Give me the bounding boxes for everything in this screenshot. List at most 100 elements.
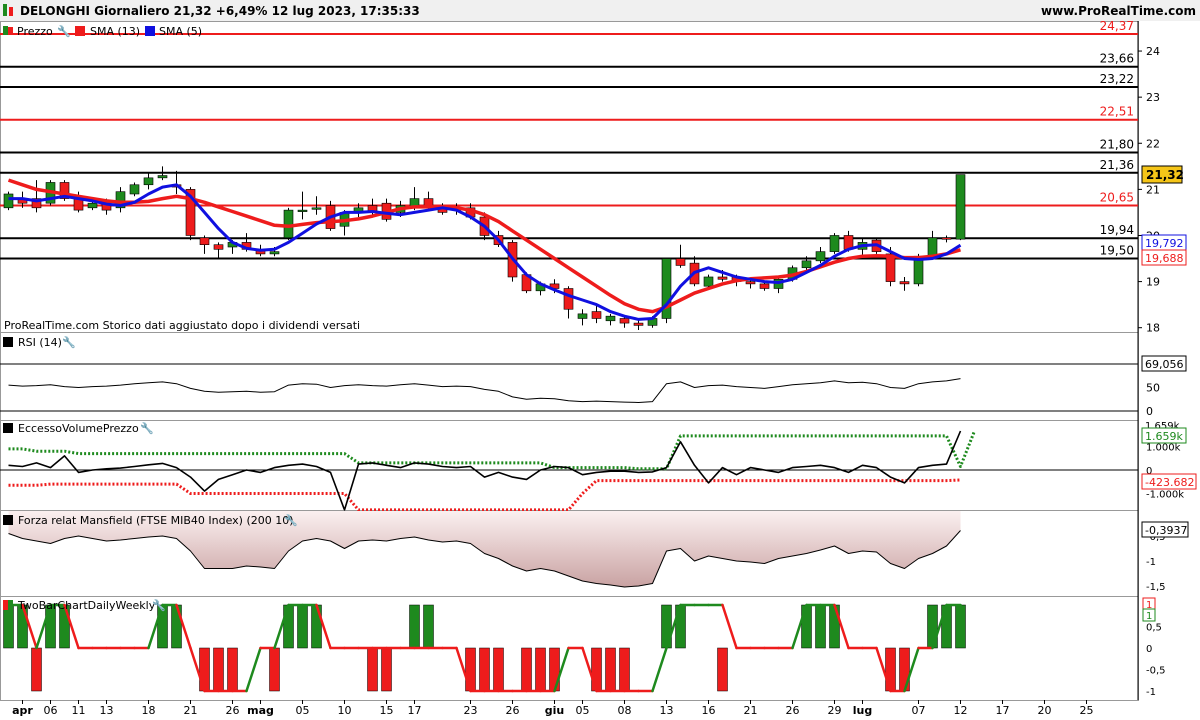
evp-swatch [3,423,13,433]
twobar-bar [605,647,616,692]
evp-tick-label: -1.000k [1146,490,1184,501]
candle-icon [8,27,13,35]
x-tick-label: 21 [184,704,198,717]
panel-frame-0 [0,21,1139,333]
twobar-bar [885,647,896,692]
mansfield-legend: Forza relat Mansfield (FTSE MIB40 Index)… [3,513,298,527]
twobar-bar [465,647,476,692]
twobar-bar [171,604,182,649]
x-tick-label: 12 [954,704,968,717]
twobar-bar [829,604,840,649]
candle-body [283,209,294,239]
twobar-bar [31,647,42,692]
legend-twobar: TwoBarChartDailyWeekly [17,599,156,612]
candle-body [297,209,308,212]
candle-body [577,313,588,319]
price-tick-label: 24 [1146,45,1160,58]
level-label: 21,80 [1100,137,1134,151]
twobar-bar [717,647,728,692]
x-tick-label: 17 [408,704,422,717]
rsi-value-box-group: 69,056 [1141,355,1187,372]
candle-body [815,251,826,262]
candle-body [801,260,812,269]
candle-body [941,237,952,240]
candle-body [269,251,280,255]
candle-body [745,281,756,285]
wrench-icon[interactable]: 🔧 [62,335,76,349]
legend-sma13: SMA (13) [90,25,140,38]
legend-price: Prezzo [17,25,53,38]
candle-icon [9,7,13,16]
twobar-bar [661,604,672,649]
candle-body [899,281,910,285]
twobar-bar [927,604,938,649]
evp-value-box-group: 1.659k 1.659k -423.682 [1141,421,1197,490]
x-tick-label: 21 [744,704,758,717]
twobar-bar [367,647,378,692]
sma5-value: 19,792 [1145,237,1184,250]
x-tick-label: 17 [996,704,1010,717]
twobar-swatch-red [3,600,8,610]
candle-icon [3,4,7,16]
chart-title: DELONGHI Giornaliero 21,32 +6,49% 12 lug… [20,4,420,18]
evp-green-value: 1.659k [1145,430,1183,443]
mansfield-tick-label: -1 [1146,557,1156,568]
twobar-value-b: 1 [1146,611,1152,622]
x-tick-label: 11 [72,704,86,717]
x-tick-label: mag [247,704,274,717]
candle-body [3,193,14,209]
rsi-tick-label: 0 [1146,405,1153,418]
candle-body [213,244,224,250]
candle-body [619,318,630,324]
price-tick-label: 19 [1146,276,1160,289]
rsi-swatch [3,337,13,347]
x-tick-label: 26 [786,704,800,717]
x-tick-label: 05 [576,704,590,717]
price-tick-label: 21 [1146,183,1160,196]
candle-body [129,184,140,195]
candle-body [829,235,840,252]
x-tick-label: 13 [660,704,674,717]
wrench-icon[interactable]: 🔧 [57,24,71,38]
legend-evp: EccessoVolumePrezzo [18,422,139,435]
sma13-line [7,178,961,314]
candle-body [311,207,322,210]
wrench-icon[interactable]: 🔧 [152,598,166,612]
twobar-bar [955,604,966,649]
twobar-bar [3,604,14,649]
candle-body [87,202,98,209]
x-tick-label: lug [853,704,872,717]
price-tick-label: 18 [1146,322,1160,335]
wrench-icon[interactable]: 🔧 [140,421,154,435]
level-label: 19,50 [1100,244,1134,258]
twobar-swatch-green [8,600,13,610]
price-tick-label: 23 [1146,91,1160,104]
twobar-tick-label: 0,5 [1146,623,1162,634]
rsi-tick-label: 50 [1146,382,1160,395]
mansfield-value-box-group: -0,3937 [1141,521,1189,538]
site-label[interactable]: www.ProRealTime.com [1041,4,1196,18]
wrench-icon[interactable]: 🔧 [284,513,298,527]
candle-body [927,237,938,257]
twobar-bar [311,604,322,649]
sma13-swatch [75,26,85,36]
twobar-value-box-group: 1 1 [1142,597,1156,622]
sma13-value: 19,688 [1145,252,1184,265]
last-price-label: 21,32 [1146,168,1184,182]
legend-mansfield: Forza relat Mansfield (FTSE MIB40 Index)… [18,514,294,527]
chart-canvas: DELONGHI Giornaliero 21,32 +6,49% 12 lug… [0,0,1200,717]
x-tick-label: 13 [100,704,114,717]
level-label: 22,51 [1100,105,1134,119]
twobar-bar [941,604,952,649]
evp-red-value: -423.682 [1145,476,1194,489]
twobar-bar [213,647,224,692]
twobar-bar [591,647,602,692]
candle-body [199,237,210,246]
twobar-bar [899,647,910,692]
evp-lower-dots [8,478,961,512]
candle-body [955,174,966,240]
mansfield-value: -0,3937 [1145,524,1187,537]
candle-body [633,322,644,326]
twobar-bar [619,647,630,692]
candle-body [143,177,154,186]
